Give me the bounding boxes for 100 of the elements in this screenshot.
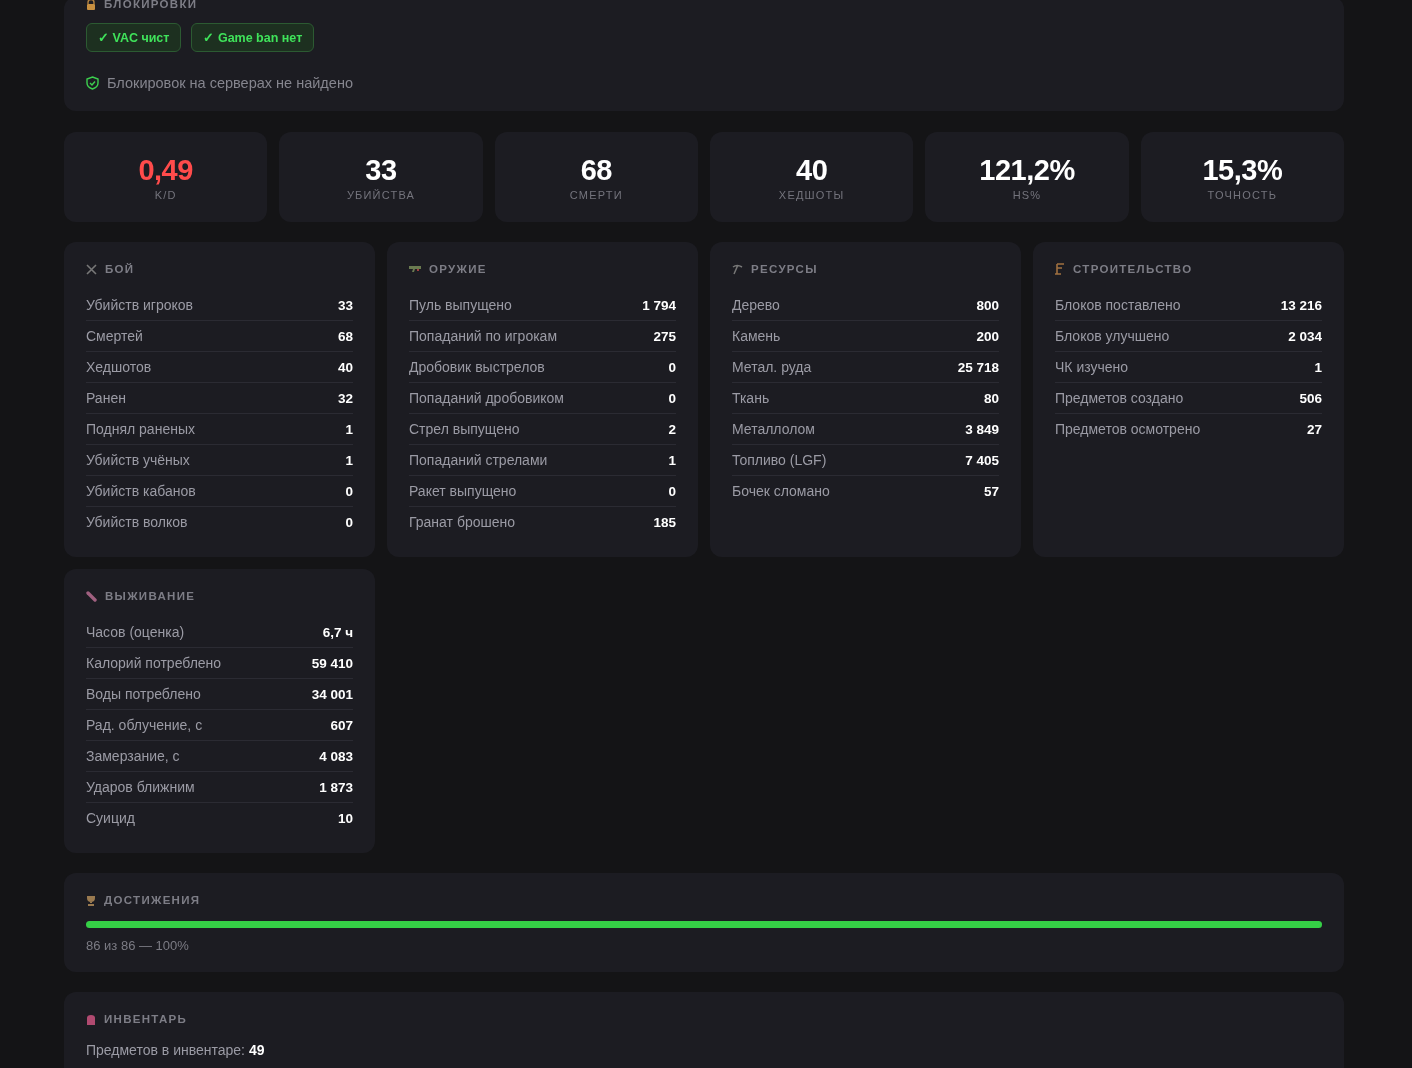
stat-number: 40 <box>337 359 353 375</box>
stat-number: 2 <box>668 421 676 437</box>
stat-label: K/D <box>154 189 177 201</box>
stat-number: 0 <box>345 514 353 530</box>
stat-value: 33 <box>365 153 397 187</box>
stat-name: Дробовик выстрелов <box>409 359 545 375</box>
stat-name: Топливо (LGF) <box>732 452 827 468</box>
stat-name: Камень <box>732 328 781 344</box>
stat-name: Блоков улучшено <box>1055 328 1170 344</box>
stat-name: Попаданий стрелами <box>409 452 548 468</box>
stat-label: УБИЙСТВА <box>346 189 416 201</box>
stat-name: Ткань <box>732 390 770 406</box>
stat-number: 34 001 <box>311 686 353 702</box>
stat-number: 7 405 <box>965 452 999 468</box>
section-title: ОРУЖИЕ <box>429 263 487 275</box>
stat-number: 27 <box>1306 421 1322 437</box>
stat-name: Часов (оценка) <box>86 624 185 640</box>
section-title: РЕСУРСЫ <box>751 263 818 275</box>
stat-number: 275 <box>653 328 676 344</box>
stat-label: HS% <box>1012 189 1042 201</box>
stat-label: ХЕДШОТЫ <box>778 189 845 201</box>
stat-name: Попаданий дробовиком <box>409 390 564 406</box>
stat-label: ТОЧНОСТЬ <box>1207 189 1278 201</box>
status-badge: ✓ Game ban нет <box>191 23 315 52</box>
section-title: СТРОИТЕЛЬСТВО <box>1073 263 1193 275</box>
pickaxe-icon <box>732 263 743 275</box>
stat-number: 0 <box>668 359 676 375</box>
stat-number: 1 <box>1314 359 1322 375</box>
section-title: ВЫЖИВАНИЕ <box>105 590 196 602</box>
stat-name: Ранен <box>86 390 126 406</box>
stat-value: 40 <box>796 153 828 187</box>
stat-value: 121,2% <box>979 153 1075 187</box>
stat-name: Ракет выпущено <box>409 483 517 499</box>
stat-name: ЧК изучено <box>1055 359 1129 375</box>
stat-name: Ударов ближним <box>86 779 195 795</box>
section-title: ИНВЕНТАРЬ <box>104 1013 188 1025</box>
stat-number: 0 <box>668 483 676 499</box>
stat-name: Блоков поставлено <box>1055 297 1181 313</box>
lock-icon <box>86 0 96 10</box>
stat-name: Убийств учёных <box>86 452 190 468</box>
stat-number: 4 083 <box>319 748 353 764</box>
stat-number: 32 <box>337 390 353 406</box>
stat-label: СМЕРТИ <box>569 189 623 201</box>
stat-number: 68 <box>337 328 353 344</box>
progress-caption: 86 из 86 — 100% <box>86 938 190 953</box>
stat-name: Стрел выпущено <box>409 421 520 437</box>
stat-number: 13 216 <box>1280 297 1322 313</box>
stat-name: Замерзание, с <box>86 748 180 764</box>
stat-name: Суицид <box>86 810 135 826</box>
stat-name: Хедшотов <box>86 359 152 375</box>
stat-number: 1 <box>345 421 353 437</box>
stat-number: 607 <box>330 717 353 733</box>
stat-name: Убийств волков <box>86 514 188 530</box>
status-badge: ✓ VAC чист <box>86 23 182 52</box>
stat-number: 10 <box>337 810 353 826</box>
stat-number: 0 <box>345 483 353 499</box>
stat-name: Воды потреблено <box>86 686 201 702</box>
section-title: БЛОКИРОВКИ <box>104 0 198 10</box>
stat-number: 1 <box>345 452 353 468</box>
section-title: ДОСТИЖЕНИЯ <box>104 894 201 906</box>
stat-name: Предметов создано <box>1055 390 1184 406</box>
stat-number: 1 794 <box>642 297 676 313</box>
shield-icon <box>86 76 99 90</box>
stat-number: 2 034 <box>1288 328 1322 344</box>
stat-number: 25 718 <box>957 359 999 375</box>
stat-number: 57 <box>983 483 999 499</box>
stat-name: Поднял раненых <box>86 421 195 437</box>
stat-name: Убийств игроков <box>86 297 193 313</box>
stat-number: 1 <box>668 452 676 468</box>
section-title: БОЙ <box>105 263 135 275</box>
stat-number: 3 849 <box>965 421 999 437</box>
stat-name: Предметов осмотрено <box>1055 421 1201 437</box>
backpack-icon <box>86 1013 96 1025</box>
stat-number: 6,7 ч <box>322 624 353 640</box>
stat-name: Гранат брошено <box>409 514 515 530</box>
stat-number: 800 <box>976 297 999 313</box>
stat-name: Попаданий по игрокам <box>409 328 558 344</box>
ban-note: Блокировок на серверах не найдено <box>107 75 353 91</box>
gun-icon <box>409 265 421 273</box>
stat-name: Дерево <box>732 297 780 313</box>
stat-number: 59 410 <box>311 655 353 671</box>
stat-value: 15,3% <box>1202 153 1283 187</box>
stat-name: Бочек сломано <box>732 483 830 499</box>
stat-name: Убийств кабанов <box>86 483 196 499</box>
stat-number: 1 873 <box>319 779 353 795</box>
stat-value: 68 <box>580 153 612 187</box>
inventory-count: Предметов в инвентаре: 49 <box>86 1042 266 1058</box>
trophy-icon <box>86 894 96 906</box>
crossed-swords-icon <box>86 263 97 275</box>
stat-value: 0,49 <box>138 153 193 187</box>
stat-number: 185 <box>653 514 676 530</box>
stat-name: Смертей <box>86 328 143 344</box>
stat-number: 0 <box>668 390 676 406</box>
stat-number: 80 <box>983 390 999 406</box>
stat-number: 506 <box>1299 390 1322 406</box>
stat-name: Металлолом <box>732 421 815 437</box>
stat-name: Метал. руда <box>732 359 812 375</box>
stat-name: Рад. облучение, с <box>86 717 203 733</box>
stat-number: 33 <box>337 297 353 313</box>
stat-name: Пуль выпущено <box>409 297 512 313</box>
